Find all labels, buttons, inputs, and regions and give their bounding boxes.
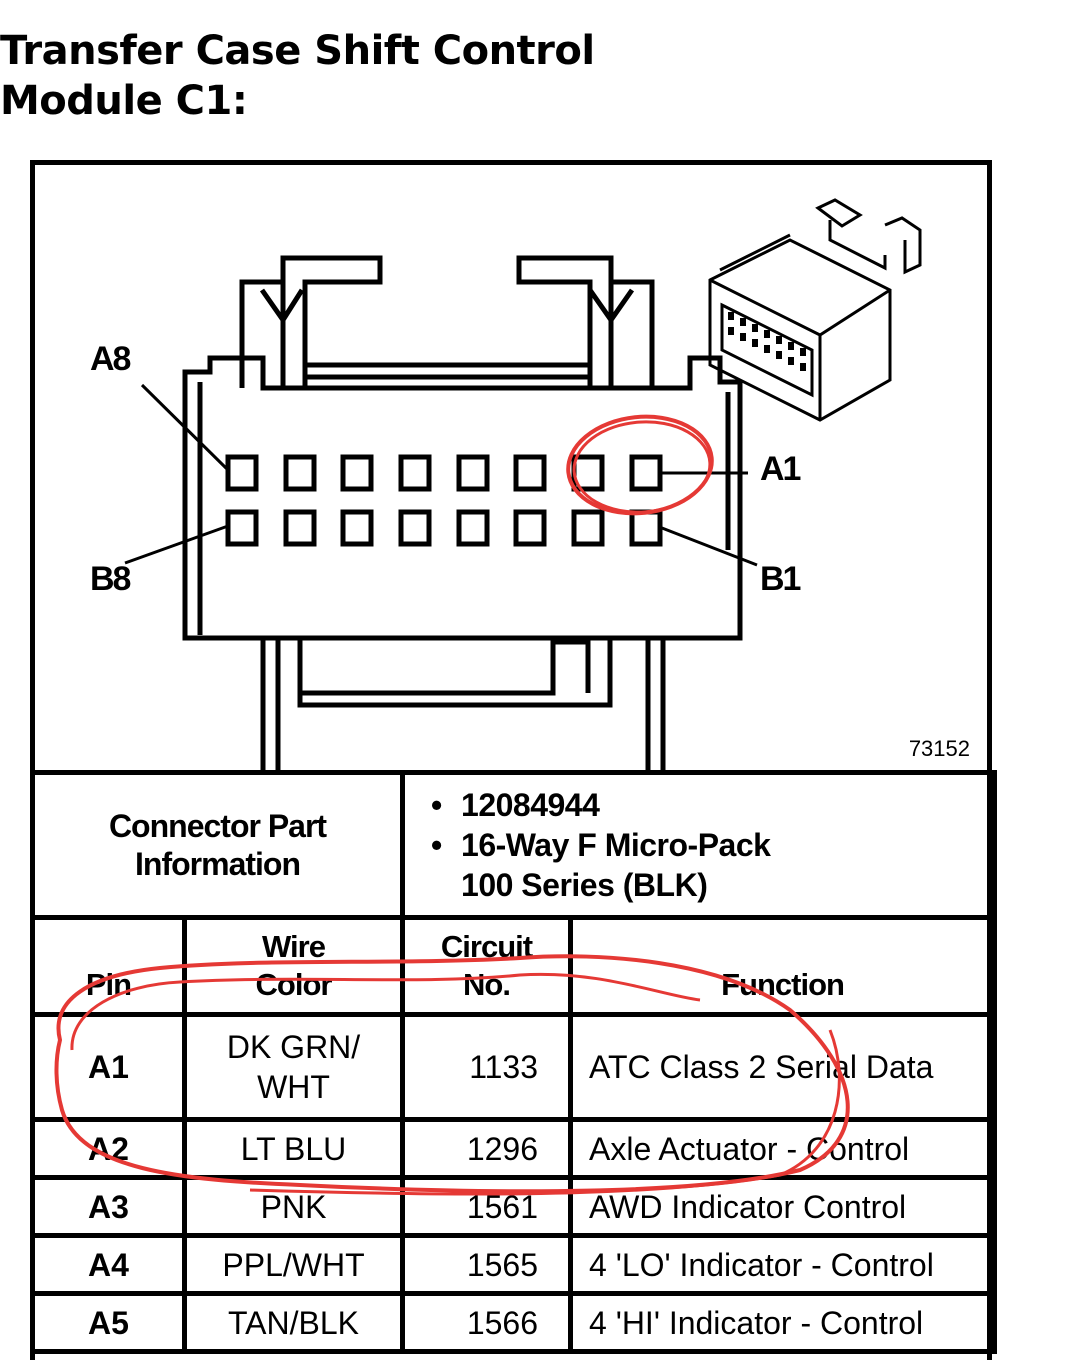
leader-b8 <box>124 524 229 565</box>
title-line-1: Transfer Case Shift Control <box>0 28 595 74</box>
connector-table: Connector Part Information 12084944 16-W… <box>29 770 998 1354</box>
wire-color-cell: DK GRN/WHT <box>181 1012 406 1122</box>
pin-cavity-a8 <box>225 454 259 492</box>
function-cell: Axle Actuator - Control <box>568 1117 998 1180</box>
connector-info-row: Connector Part Information 12084944 16-W… <box>29 770 998 920</box>
pin-cavity-a3 <box>513 454 547 492</box>
connector-description: 16-Way F Micro-Pack 100 Series (BLK) <box>431 825 992 905</box>
pin-cavity-a6 <box>340 454 374 492</box>
pin-cavity-b5 <box>398 509 432 547</box>
table-header-row: Pin Wire Color Circuit No. Function <box>30 915 998 1017</box>
circuit-cell: 1133 <box>400 1012 574 1122</box>
function-cell: AWD Indicator Control <box>568 1175 998 1238</box>
pin-cavity-b1 <box>629 509 663 547</box>
pin-cavity-b6 <box>340 509 374 547</box>
connector-figure: A8 B8 A1 B1 73152 <box>30 160 992 772</box>
pin-cavity-b4 <box>456 509 490 547</box>
table-row: A4 PPL/WHT 1565 4 'LO' Indicator - Contr… <box>30 1233 998 1296</box>
wire-color-cell: PNK <box>181 1175 406 1238</box>
function-cell: ATC Class 2 Serial Data <box>568 1012 998 1122</box>
figure-number: 73152 <box>908 736 970 761</box>
connector-face-drawing <box>124 198 922 770</box>
header-wire-color: Wire Color <box>181 915 406 1017</box>
highlight-circle-a1-a2 <box>566 414 714 516</box>
circuit-cell: 1566 <box>400 1291 574 1354</box>
table-row: A1 DK GRN/WHT 1133 ATC Class 2 Serial Da… <box>30 1012 998 1122</box>
header-function: Function <box>568 915 998 1017</box>
latch-crossbar <box>305 362 590 380</box>
pin-cell: A4 <box>30 1233 187 1296</box>
pin-cell: A5 <box>30 1291 187 1354</box>
connector-body <box>182 355 743 641</box>
pin-cell: A1 <box>30 1012 187 1122</box>
header-circuit-no: Circuit No. <box>400 915 574 1017</box>
pin-label-b8: B8 <box>90 560 131 598</box>
pin-cavity-a7 <box>283 454 317 492</box>
pin-cell: A2 <box>30 1117 187 1180</box>
pin-label-b1: B1 <box>760 560 801 598</box>
pin-cavity-b8 <box>225 509 259 547</box>
document-title: Transfer Case Shift Control Module C1: <box>0 26 595 126</box>
wire-color-cell: TAN/BLK <box>181 1291 406 1354</box>
pin-cell: A3 <box>30 1175 187 1238</box>
table-row: A3 PNK 1561 AWD Indicator Control <box>30 1175 998 1238</box>
function-cell: 4 'LO' Indicator - Control <box>568 1233 998 1296</box>
lower-skirt <box>260 638 666 770</box>
header-pin: Pin <box>30 915 187 1017</box>
circuit-cell: 1296 <box>400 1117 574 1180</box>
circuit-cell: 1565 <box>400 1233 574 1296</box>
pin-label-a1: A1 <box>760 450 801 488</box>
title-line-2: Module C1: <box>0 78 248 124</box>
wire-color-cell: PPL/WHT <box>181 1233 406 1296</box>
table-row: A2 LT BLU 1296 Axle Actuator - Control <box>30 1117 998 1180</box>
table-row: A5 TAN/BLK 1566 4 'HI' Indicator - Contr… <box>30 1291 998 1354</box>
connector-info-value: 12084944 16-Way F Micro-Pack 100 Series … <box>400 770 998 920</box>
pin-cavity-b3 <box>513 509 547 547</box>
pin-cavity-a1 <box>629 454 663 492</box>
leader-b1 <box>661 526 758 567</box>
wire-color-cell: LT BLU <box>181 1117 406 1180</box>
pin-label-a8: A8 <box>90 340 131 378</box>
pin-cavity-b2 <box>571 509 605 547</box>
latch-right <box>516 255 655 388</box>
function-cell: 4 'HI' Indicator - Control <box>568 1291 998 1354</box>
pin-cavity-a4 <box>456 454 490 492</box>
pin-cavity-b7 <box>283 509 317 547</box>
circuit-cell: 1561 <box>400 1175 574 1238</box>
part-number: 12084944 <box>431 785 992 825</box>
connector-info-label: Connector Part Information <box>29 770 406 920</box>
pin-cavity-a5 <box>398 454 432 492</box>
